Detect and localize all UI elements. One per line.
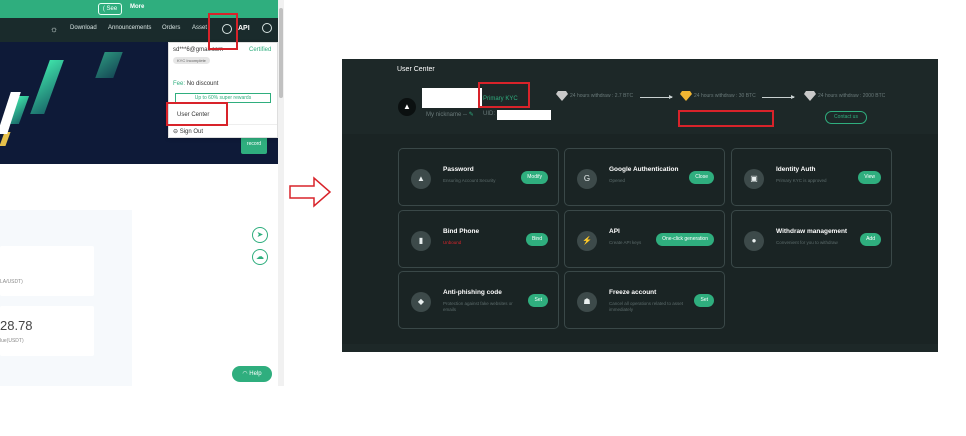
security-tile: G Google Authentication Opened Close bbox=[564, 148, 725, 206]
phone-icon: ▮ bbox=[411, 231, 431, 251]
highlight-box bbox=[166, 102, 228, 126]
diamond-icon bbox=[556, 91, 568, 101]
tile-title: Google Authentication bbox=[609, 166, 679, 173]
hero-shape bbox=[30, 60, 64, 114]
asset-card bbox=[0, 246, 94, 296]
page-title: User Center bbox=[397, 66, 435, 73]
tile-action-button[interactable]: Modify bbox=[521, 171, 548, 184]
certified-badge: Certified bbox=[249, 47, 272, 53]
globe-icon[interactable] bbox=[262, 23, 272, 33]
tile-description: Convenient for you to withdraw bbox=[776, 240, 838, 245]
tile-action-button[interactable]: Set bbox=[528, 294, 548, 307]
security-tile: ▲ Password Ensuring Account Security Modify bbox=[398, 148, 559, 206]
shield-icon: ◆ bbox=[411, 292, 431, 312]
security-tile: ⚡ API Create API keys One-click generation bbox=[564, 210, 725, 268]
highlight-box bbox=[478, 82, 530, 108]
tile-title: Freeze account bbox=[609, 289, 657, 296]
tier-label: 24 hours withdraw : 2.7 BTC bbox=[570, 93, 634, 99]
tile-action-button[interactable]: Add bbox=[860, 233, 881, 246]
comparison-canvas: ( See More ☼ Download Announcements Orde… bbox=[0, 0, 966, 436]
see-button[interactable]: ( See bbox=[98, 3, 122, 15]
tile-action-button[interactable]: Bind bbox=[525, 233, 548, 246]
tile-description: Protection against fake websites or emai… bbox=[443, 301, 513, 312]
fee-label: Fee: bbox=[173, 81, 186, 87]
security-tile: ▮ Bind Phone Unbound Bind bbox=[398, 210, 559, 268]
cloud-icon[interactable]: ☁ bbox=[252, 249, 268, 265]
nav-announcements[interactable]: Announcements bbox=[108, 25, 151, 31]
tile-description: Cancel all operations related to asset i… bbox=[609, 301, 684, 312]
nav-orders[interactable]: Orders bbox=[162, 25, 180, 31]
tile-action-button[interactable]: Close bbox=[689, 171, 714, 184]
tile-description: Ensuring Account Security bbox=[443, 178, 496, 183]
security-tile: ☗ Freeze account Cancel all operations rel… bbox=[564, 271, 725, 329]
security-tile: ● Withdraw management Convenient for you t… bbox=[731, 210, 892, 268]
hero-shape bbox=[95, 52, 123, 78]
contact-us-button[interactable]: Contact us bbox=[825, 111, 867, 124]
pair-hint: LA/USDT) bbox=[0, 279, 23, 285]
tile-action-button[interactable]: One-click generation bbox=[656, 233, 714, 246]
security-tile: ▣ Identity Auth Primary KYC is approved Vie… bbox=[731, 148, 892, 206]
avatar[interactable]: ▲ bbox=[398, 98, 416, 116]
tile-action-button[interactable]: Set bbox=[694, 294, 714, 307]
highlight-box bbox=[678, 110, 774, 127]
transition-arrow-icon bbox=[289, 176, 332, 208]
user-center-header: User Center ▲ Primary KYC My nickname --… bbox=[342, 59, 938, 134]
nav-assets[interactable]: Asset bbox=[192, 25, 207, 31]
google-icon: G bbox=[577, 169, 597, 189]
scrollbar-thumb[interactable] bbox=[279, 8, 283, 98]
sign-out-link[interactable]: ⊖ Sign Out bbox=[173, 128, 203, 135]
edit-icon[interactable]: ✎ bbox=[469, 112, 474, 118]
balance-value: 28.78 bbox=[0, 318, 33, 333]
tier-label: 24 hours withdraw : 2000 BTC bbox=[818, 93, 886, 99]
tile-description: Opened bbox=[609, 178, 626, 183]
tile-title: Withdraw management bbox=[776, 228, 848, 235]
tier-arrow bbox=[762, 95, 795, 99]
fee-info: Fee: No discount bbox=[173, 81, 218, 87]
user-lock-icon: ☗ bbox=[577, 292, 597, 312]
id-card-icon: ▣ bbox=[744, 169, 764, 189]
tile-description: Primary KYC is approved bbox=[776, 178, 827, 183]
diamond-icon bbox=[804, 91, 816, 101]
help-button[interactable]: ◠ Help bbox=[232, 366, 272, 382]
tile-title: Identity Auth bbox=[776, 166, 816, 173]
hero-shape bbox=[0, 132, 11, 146]
redacted-email bbox=[422, 88, 482, 108]
help-label: Help bbox=[249, 371, 262, 377]
tier-arrow bbox=[640, 95, 673, 99]
location-icon: ● bbox=[744, 231, 764, 251]
nickname[interactable]: My nickname -- ✎ bbox=[426, 111, 474, 118]
highlight-box bbox=[208, 13, 238, 50]
nav-download[interactable]: Download bbox=[70, 25, 97, 31]
theme-toggle-icon[interactable]: ☼ bbox=[48, 23, 60, 35]
tile-title: Bind Phone bbox=[443, 228, 480, 235]
panel-footer bbox=[342, 344, 938, 352]
tile-title: Password bbox=[443, 166, 474, 173]
asset-summary-area bbox=[0, 210, 132, 386]
fee-value: No discount bbox=[186, 81, 219, 87]
uid-label: UID: bbox=[483, 111, 495, 117]
mountain-icon: ▲ bbox=[411, 169, 431, 189]
more-link[interactable]: More bbox=[130, 4, 144, 10]
sign-out-label: Sign Out bbox=[179, 129, 204, 135]
tile-title: API bbox=[609, 228, 620, 235]
diamond-icon bbox=[680, 91, 692, 101]
security-tile: ◆ Anti-phishing code Protection against fa… bbox=[398, 271, 559, 329]
user-center-panel: User Center ▲ Primary KYC My nickname --… bbox=[342, 59, 938, 352]
tile-description: Unbound bbox=[443, 240, 462, 245]
tile-action-button[interactable]: View bbox=[858, 171, 881, 184]
kyc-status-badge: KYC Incomplete bbox=[173, 57, 210, 64]
telegram-icon[interactable]: ➤ bbox=[252, 227, 268, 243]
nickname-label: My nickname -- bbox=[426, 112, 468, 118]
exchange-page: ( See More ☼ Download Announcements Orde… bbox=[0, 0, 284, 386]
tile-title: Anti-phishing code bbox=[443, 289, 502, 296]
nav-api[interactable]: API bbox=[238, 25, 250, 32]
value-hint: lue(USDT) bbox=[0, 338, 24, 344]
tier-label: 24 hours withdraw : 30 BTC bbox=[694, 93, 756, 99]
redacted-uid bbox=[497, 110, 551, 120]
plug-icon: ⚡ bbox=[577, 231, 597, 251]
